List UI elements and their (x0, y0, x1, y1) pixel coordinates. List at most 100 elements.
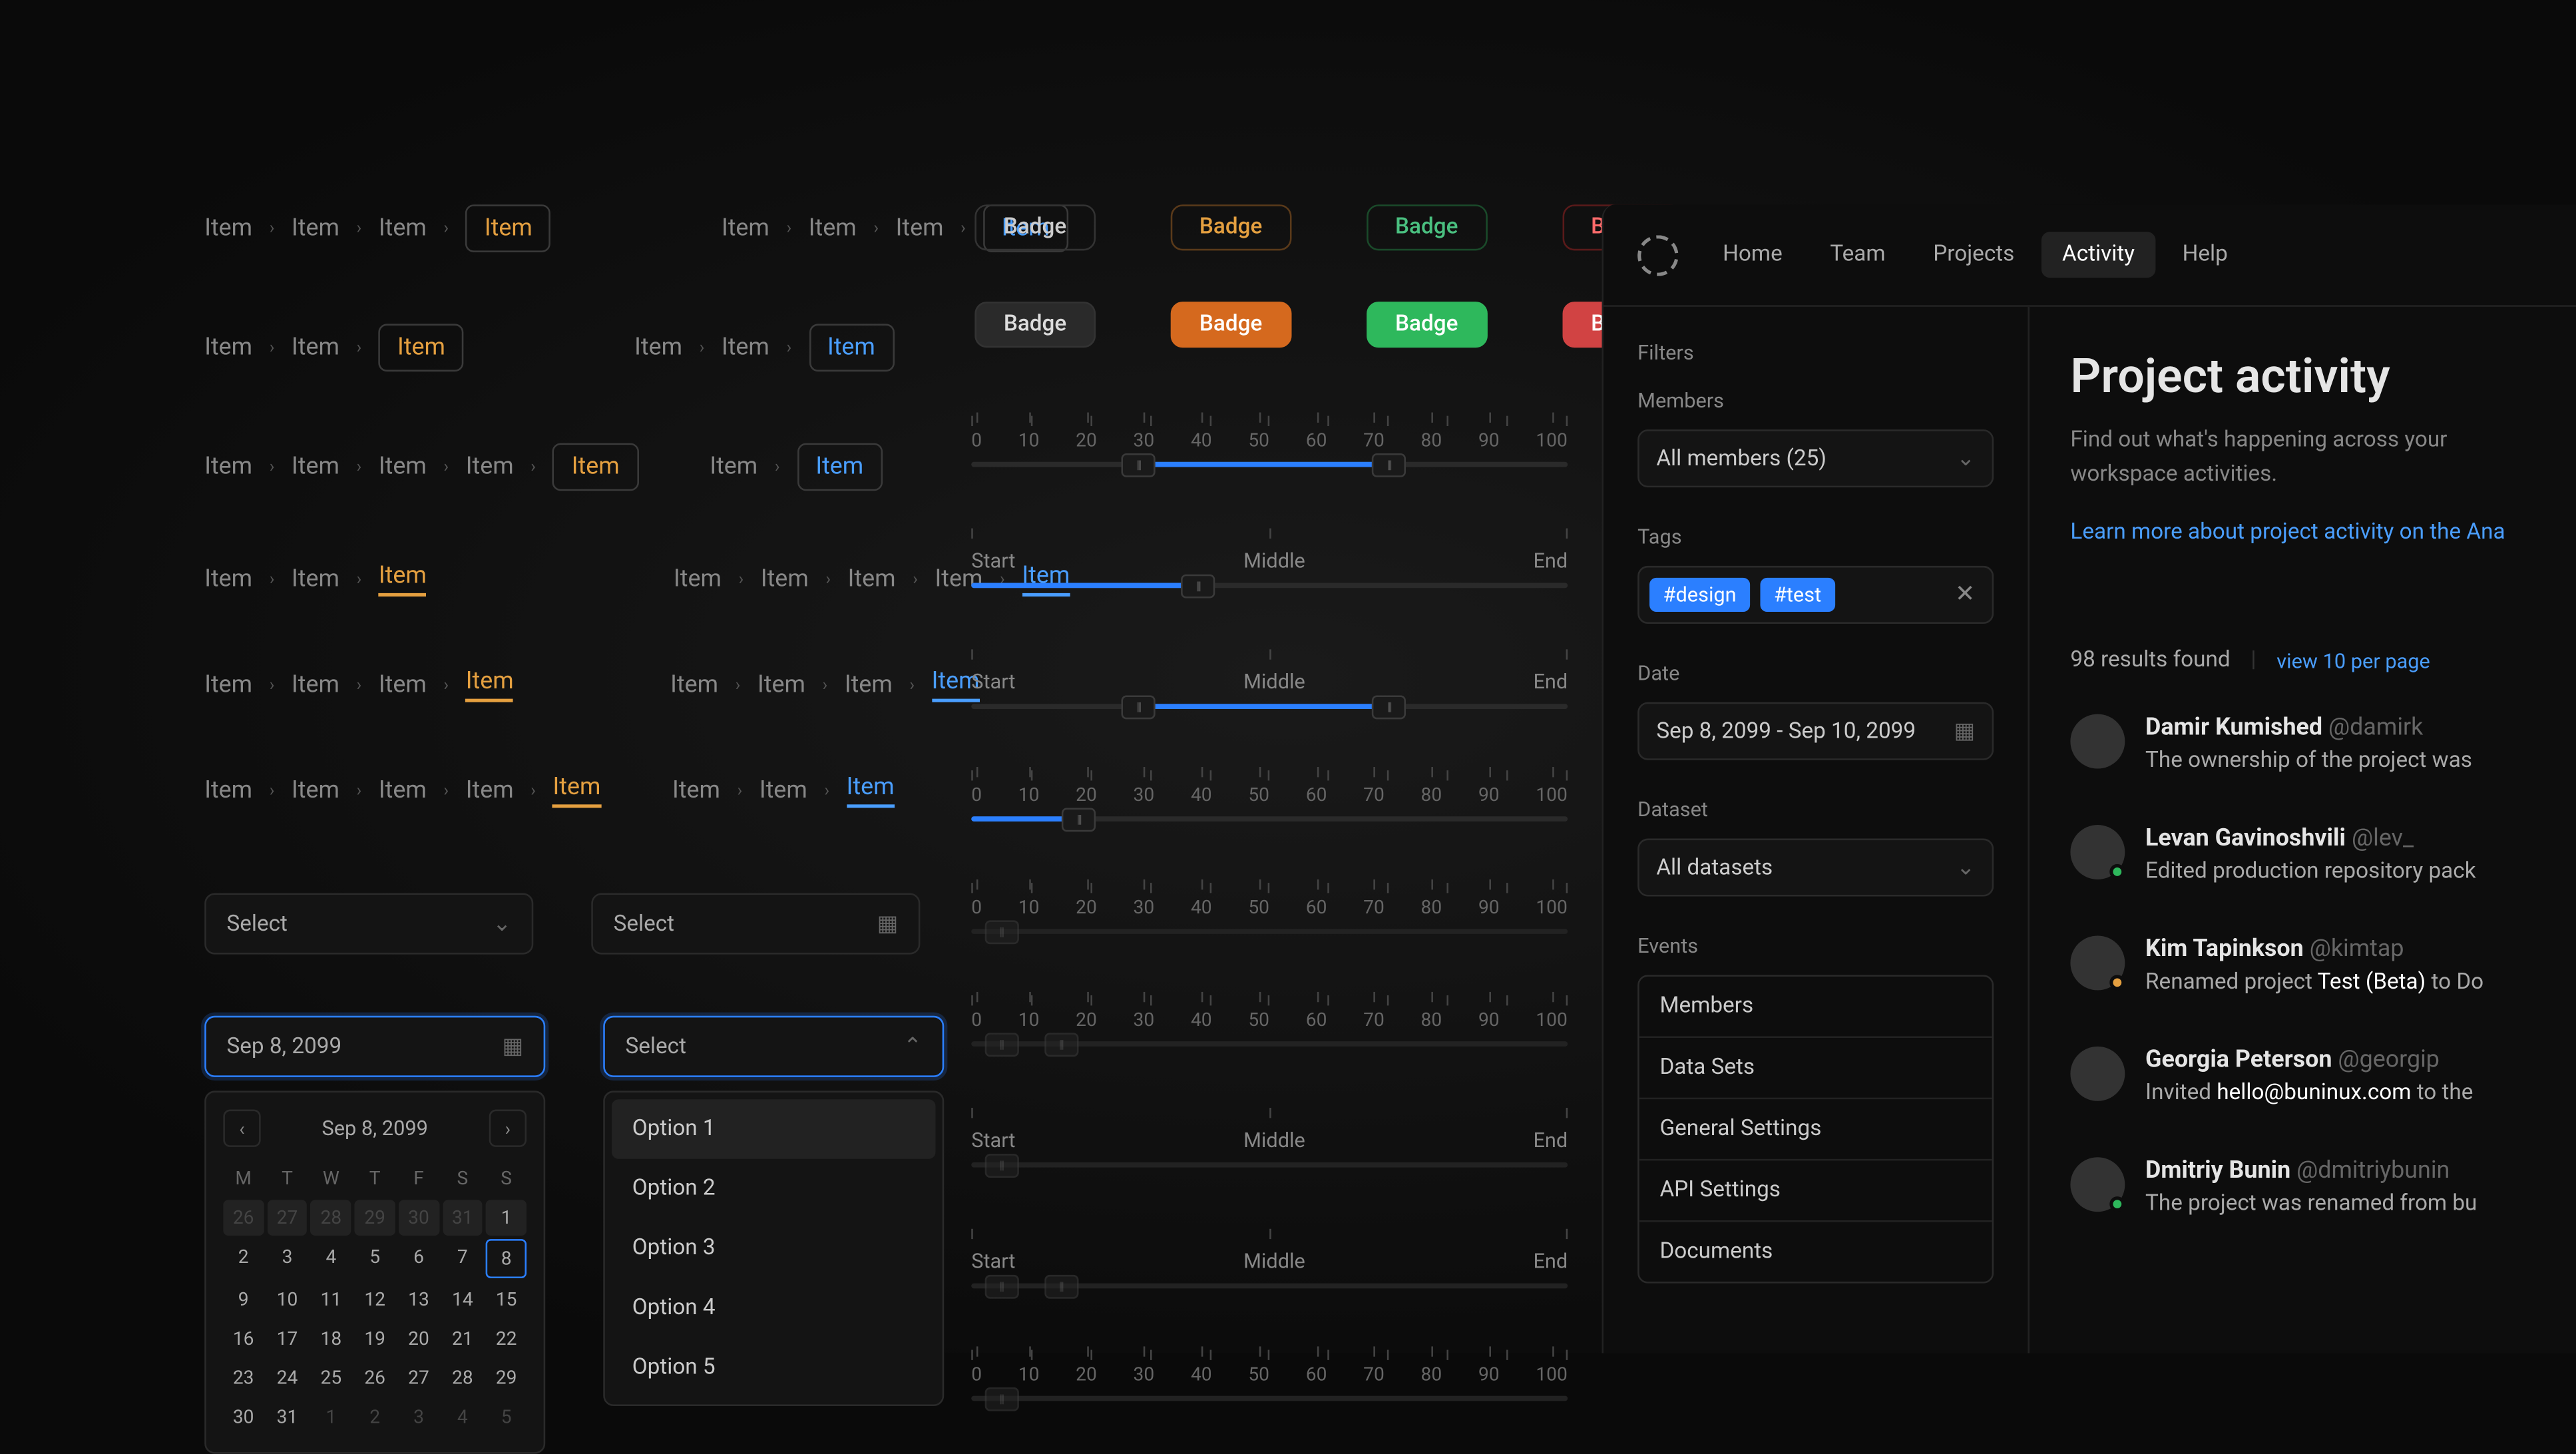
breadcrumb-active[interactable]: Item (379, 324, 464, 371)
calendar-day[interactable]: 25 (311, 1360, 351, 1396)
breadcrumb-item[interactable]: Item (204, 453, 252, 481)
slider-range-label[interactable]: StartMiddleEnd (971, 649, 1602, 709)
slider-handle-end[interactable] (1372, 453, 1406, 477)
calendar-day[interactable]: 8 (486, 1239, 527, 1278)
calendar-day[interactable]: 27 (399, 1360, 439, 1396)
calendar-day[interactable]: 18 (311, 1321, 351, 1357)
dropdown-option[interactable]: Option 5 (612, 1338, 935, 1398)
calendar-day[interactable]: 1 (311, 1399, 351, 1435)
pager-link[interactable]: view 10 per page (2276, 648, 2430, 672)
calendar-day[interactable]: 10 (267, 1282, 308, 1318)
calendar-day[interactable]: 22 (486, 1321, 527, 1357)
date-picker-open[interactable]: Sep 8, 2099 ▦ (204, 1016, 545, 1077)
calendar-day[interactable]: 19 (355, 1321, 395, 1357)
calendar-day[interactable]: 3 (267, 1239, 308, 1278)
slider-single-label[interactable]: StartMiddleEnd (971, 529, 1602, 589)
event-item[interactable]: General Settings (1639, 1099, 1992, 1160)
date-range-select[interactable]: Sep 8, 2099 - Sep 10, 2099 ▦ (1637, 702, 1994, 760)
breadcrumb-active[interactable]: Item (379, 563, 427, 597)
select-dropdown[interactable]: Select ⌄ (204, 893, 533, 954)
breadcrumb-item[interactable]: Item (722, 334, 769, 362)
calendar-day[interactable]: 6 (399, 1239, 439, 1278)
calendar-day[interactable]: 30 (223, 1399, 264, 1435)
breadcrumb-item[interactable]: Item (757, 672, 805, 699)
dropdown-option[interactable]: Option 4 (612, 1278, 935, 1338)
clear-tags-icon[interactable]: ✕ (1948, 581, 1982, 608)
breadcrumb-item[interactable]: Item (670, 672, 718, 699)
breadcrumb-item[interactable]: Item (204, 672, 252, 699)
breadcrumb-item[interactable]: Item (292, 672, 339, 699)
calendar-day[interactable]: 11 (311, 1282, 351, 1318)
calendar-day[interactable]: 28 (311, 1200, 351, 1236)
breadcrumb-item[interactable]: Item (204, 566, 252, 593)
breadcrumb-item[interactable]: Item (204, 215, 252, 242)
event-item[interactable]: Data Sets (1639, 1038, 1992, 1099)
slider-single-numeric[interactable]: 0102030405060708090100 (971, 770, 1602, 822)
calendar-day[interactable]: 4 (442, 1399, 483, 1435)
nav-tab-help[interactable]: Help (2162, 232, 2249, 278)
slider-handle-end[interactable] (1372, 694, 1406, 718)
calendar-day[interactable]: 20 (399, 1321, 439, 1357)
breadcrumb-item[interactable]: Item (292, 334, 339, 362)
calendar-day[interactable]: 30 (399, 1200, 439, 1236)
calendar-day[interactable]: 4 (311, 1239, 351, 1278)
breadcrumb-active[interactable]: Item (553, 443, 638, 491)
members-select[interactable]: All members (25) ⌄ (1637, 429, 1994, 487)
dropdown-option[interactable]: Option 3 (612, 1218, 935, 1278)
calendar-day[interactable]: 5 (486, 1399, 527, 1435)
tag-chip[interactable]: #design (1649, 578, 1750, 612)
nav-tab-home[interactable]: Home (1702, 232, 1803, 278)
breadcrumb-item[interactable]: Item (204, 334, 252, 362)
breadcrumb-item[interactable]: Item (710, 453, 757, 481)
calendar-day[interactable]: 3 (399, 1399, 439, 1435)
calendar-prev-button[interactable]: ‹ (223, 1110, 260, 1147)
calendar-day[interactable]: 31 (267, 1399, 308, 1435)
calendar-day[interactable]: 29 (355, 1200, 395, 1236)
breadcrumb-item[interactable]: Item (379, 215, 427, 242)
calendar-day[interactable]: 1 (486, 1200, 527, 1236)
breadcrumb-item[interactable]: Item (466, 777, 514, 804)
calendar-day[interactable]: 31 (442, 1200, 483, 1236)
calendar-day[interactable]: 5 (355, 1239, 395, 1278)
dataset-select[interactable]: All datasets ⌄ (1637, 839, 1994, 897)
select-dropdown-open[interactable]: Select ⌃ (603, 1016, 944, 1077)
calendar-day[interactable]: 29 (486, 1360, 527, 1396)
breadcrumb-item[interactable]: Item (672, 777, 720, 804)
calendar-day[interactable]: 12 (355, 1282, 395, 1318)
calendar-day[interactable]: 14 (442, 1282, 483, 1318)
calendar-day[interactable]: 27 (267, 1200, 308, 1236)
slider-handle-start[interactable] (1121, 694, 1155, 718)
breadcrumb-item[interactable]: Item (292, 215, 339, 242)
nav-tab-activity[interactable]: Activity (2041, 232, 2155, 278)
event-item[interactable]: Members (1639, 977, 1992, 1038)
nav-tab-team[interactable]: Team (1810, 232, 1906, 278)
date-picker[interactable]: Select ▦ (591, 893, 920, 954)
breadcrumb-active[interactable]: Item (847, 774, 895, 808)
breadcrumb-item[interactable]: Item (292, 566, 339, 593)
calendar-next-button[interactable]: › (489, 1110, 527, 1147)
breadcrumb-item[interactable]: Item (674, 566, 722, 593)
breadcrumb-item[interactable]: Item (379, 777, 427, 804)
breadcrumb-item[interactable]: Item (292, 777, 339, 804)
calendar-day[interactable]: 13 (399, 1282, 439, 1318)
calendar-day[interactable]: 21 (442, 1321, 483, 1357)
event-item[interactable]: API Settings (1639, 1160, 1992, 1222)
breadcrumb-active[interactable]: Item (466, 204, 551, 252)
calendar-day[interactable]: 2 (355, 1399, 395, 1435)
calendar-day[interactable]: 2 (223, 1239, 264, 1278)
calendar-day[interactable]: 9 (223, 1282, 264, 1318)
calendar-day[interactable]: 7 (442, 1239, 483, 1278)
slider-handle[interactable] (1062, 807, 1096, 831)
slider-handle[interactable] (1181, 573, 1215, 597)
breadcrumb-item[interactable]: Item (379, 672, 427, 699)
calendar-day[interactable]: 23 (223, 1360, 264, 1396)
breadcrumb-active[interactable]: Item (553, 774, 601, 808)
breadcrumb-item[interactable]: Item (292, 453, 339, 481)
breadcrumb-item[interactable]: Item (722, 215, 769, 242)
breadcrumb-item[interactable]: Item (761, 566, 809, 593)
tags-input[interactable]: #design#test✕ (1637, 566, 1994, 624)
breadcrumb-item[interactable]: Item (379, 453, 427, 481)
breadcrumb-active[interactable]: Item (797, 443, 882, 491)
calendar-day[interactable]: 24 (267, 1360, 308, 1396)
breadcrumb-active[interactable]: Item (809, 324, 894, 371)
